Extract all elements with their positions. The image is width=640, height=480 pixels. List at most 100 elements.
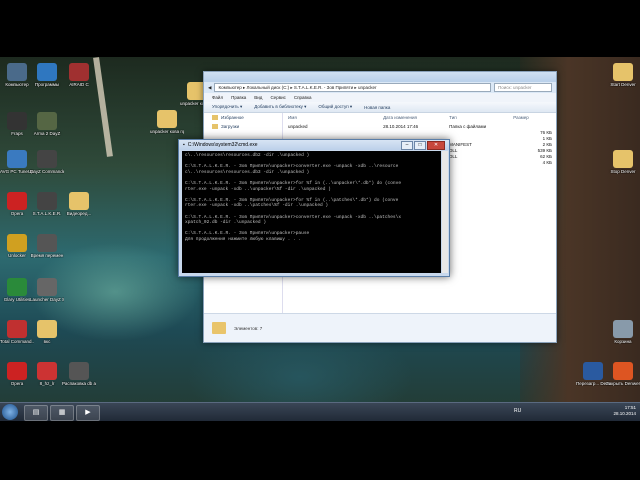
desktop-icon[interactable]: Корзина xyxy=(606,320,640,344)
desktop-icon[interactable]: unpacker кова приме... xyxy=(150,110,184,134)
desktop-icon[interactable]: Opera xyxy=(0,192,34,216)
app-icon xyxy=(37,192,57,210)
minimize-button[interactable]: – xyxy=(401,140,413,150)
file-row[interactable]: unpacked 28.10.2014 17:46 Папка с файлами xyxy=(284,124,556,129)
close-button[interactable]: ✕ xyxy=(427,140,445,150)
console-line: C:\S.T.A.L.K.E.R. - Зов Припяти\unpacker… xyxy=(185,180,402,186)
desktop-icon[interactable]: Видеоред... xyxy=(62,192,96,216)
desktop-icon[interactable]: AIRAID C xyxy=(62,63,96,87)
menu-file[interactable]: Файл xyxy=(212,95,223,100)
file-name xyxy=(284,130,379,135)
menu-help[interactable]: Справка xyxy=(294,95,312,100)
app-icon xyxy=(583,362,603,380)
app-icon xyxy=(7,278,27,296)
letterbox-top xyxy=(0,0,640,57)
desktop-icon[interactable]: S.T.A.L.K.E.R. xyxy=(30,192,64,216)
col-size[interactable]: Размер xyxy=(509,115,556,120)
desktop-icon[interactable]: Fraps xyxy=(0,112,34,136)
add-to-library-button[interactable]: Добавить в библиотеку ▾ xyxy=(254,104,306,110)
desktop-icon-label: DayZ Commander xyxy=(30,169,64,174)
file-size xyxy=(509,124,556,129)
desktop-icon[interactable]: Время перемен xyxy=(30,234,64,258)
app-icon xyxy=(69,362,89,380)
app-icon xyxy=(613,63,633,81)
desktop-icon[interactable]: Распаковка db архиво... xyxy=(62,362,96,386)
col-date[interactable]: Дата изменения xyxy=(379,115,445,120)
desktop-icon[interactable]: Программы xyxy=(30,63,64,87)
desktop-icon-label: Fraps xyxy=(11,131,23,136)
desktop-icon-label: Opera xyxy=(10,211,24,216)
menu-edit[interactable]: Правка xyxy=(231,95,246,100)
organize-button[interactable]: Упорядочить ▾ xyxy=(212,104,242,110)
desktop-icon[interactable]: Glary Utilities xyxy=(0,278,34,302)
letterbox-bottom xyxy=(0,421,640,480)
desktop-icon[interactable]: Stop Denver xyxy=(606,150,640,174)
desktop-icon[interactable]: AVG PC TuneUp 2015 xyxy=(0,150,34,174)
app-icon xyxy=(613,320,633,338)
tray-clock[interactable]: 17:51 28.10.2014 xyxy=(613,405,636,417)
desktop-icon[interactable]: DayZ Commander xyxy=(30,150,64,174)
language-indicator[interactable]: RU xyxy=(514,408,521,414)
desktop-icon-label: Opera xyxy=(10,381,24,386)
desktop-icon-label: Распаковка db архиво... xyxy=(62,381,96,386)
app-icon xyxy=(37,150,57,168)
downloads-icon xyxy=(212,124,218,129)
share-button[interactable]: Общий доступ ▾ xyxy=(318,104,352,110)
maximize-button[interactable]: □ xyxy=(414,140,426,150)
desktop-icon[interactable]: Компьютер xyxy=(0,63,34,87)
new-folder-button[interactable]: Новая папка xyxy=(364,105,390,110)
back-icon[interactable]: ◀ xyxy=(208,85,211,91)
desktop-icon-label: unpacker кова приме... xyxy=(150,129,184,134)
app-icon xyxy=(7,63,27,81)
desktop-icon[interactable]: Arma 2 DayZ xyxy=(30,112,64,136)
app-icon xyxy=(7,320,27,338)
cmd-console-output[interactable]: c\..\resources\resources.db2 -dir .\unpa… xyxy=(182,151,441,273)
app-icon xyxy=(37,112,57,130)
menu-view[interactable]: Вид xyxy=(254,95,262,100)
col-type[interactable]: Тип xyxy=(445,115,509,120)
desktop-icon[interactable]: Unlocker xyxy=(0,234,34,258)
clock-date: 28.10.2014 xyxy=(613,411,636,416)
file-type: DLL xyxy=(449,148,458,153)
address-path[interactable]: Компьютер ▸ Локальный диск (C:) ▸ S.T.A.… xyxy=(214,83,491,92)
desktop-icon[interactable]: вкс xyxy=(30,320,64,344)
app-icon xyxy=(69,192,89,210)
desktop-icon[interactable]: Total Command... xyxy=(0,320,34,344)
app-icon xyxy=(37,234,57,252)
taskbar-cmd-button[interactable]: ▶ xyxy=(76,405,100,421)
desktop-icon[interactable]: 8_hz_lr xyxy=(30,362,64,386)
file-size: 539 КБ xyxy=(537,148,552,153)
search-input[interactable]: Поиск: unpacker xyxy=(494,83,552,92)
taskbar: ▤ ▦ ▶ RU 17:51 28.10.2014 xyxy=(0,402,640,422)
file-row[interactable]: 76 КБ xyxy=(284,130,556,135)
nav-item-downloads[interactable]: Загрузки xyxy=(204,122,282,131)
menu-tools[interactable]: Сервис xyxy=(270,95,285,100)
explorer-address-bar: ◀ Компьютер ▸ Локальный диск (C:) ▸ S.T.… xyxy=(204,82,556,93)
file-date xyxy=(379,130,445,135)
file-name: unpacked xyxy=(288,124,308,129)
cmd-scrollbar[interactable] xyxy=(442,151,448,273)
wallpaper-tree xyxy=(93,57,113,157)
cmd-titlebar[interactable]: ▪ C:\Windows\system32\cmd.exe – □ ✕ xyxy=(179,140,449,150)
col-name[interactable]: Имя xyxy=(284,115,379,120)
desktop-icon-label: Stop Denver xyxy=(610,169,636,174)
app-icon xyxy=(613,362,633,380)
desktop-icon[interactable]: Start Denver xyxy=(606,63,640,87)
desktop-icon[interactable]: Launcher DayZ Spec xyxy=(30,278,64,302)
desktop-icon-label: Закрыть Denwer xyxy=(606,381,640,386)
desktop-icon[interactable]: Закрыть Denwer xyxy=(606,362,640,386)
desktop-icon-label: AVG PC TuneUp 2015 xyxy=(0,169,34,174)
app-icon xyxy=(157,110,177,128)
explorer-titlebar[interactable] xyxy=(204,72,556,82)
desktop-icon-label: Компьютер xyxy=(5,82,29,87)
desktop-icon[interactable]: Перезагр... Denwer xyxy=(576,362,610,386)
app-icon xyxy=(37,320,57,338)
start-button[interactable] xyxy=(2,404,18,420)
desktop-icon-label: Корзина xyxy=(614,339,632,344)
app-icon xyxy=(7,192,27,210)
taskbar-explorer-window-button[interactable]: ▦ xyxy=(50,405,74,421)
cmd-window[interactable]: ▪ C:\Windows\system32\cmd.exe – □ ✕ c\..… xyxy=(178,139,450,277)
desktop-icon[interactable]: Opera xyxy=(0,362,34,386)
nav-item-favorites[interactable]: Избранное xyxy=(204,113,282,122)
taskbar-explorer-button[interactable]: ▤ xyxy=(24,405,48,421)
